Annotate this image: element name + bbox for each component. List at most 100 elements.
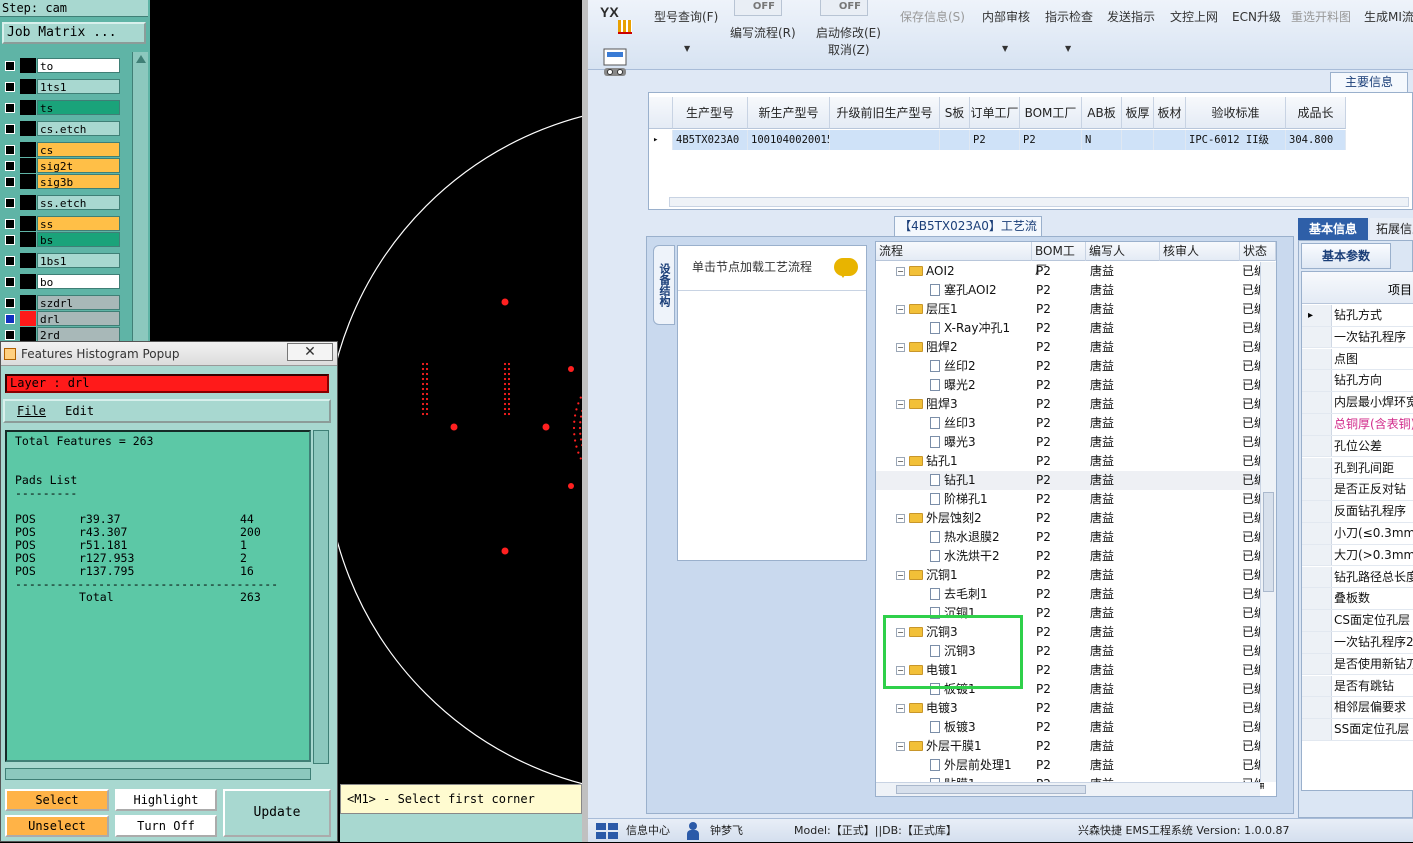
select-button[interactable]: Select (5, 789, 109, 811)
layer-checkbox[interactable] (5, 161, 15, 171)
layer-swatch[interactable] (20, 295, 36, 310)
tree-node-label[interactable]: 阶梯孔1 (930, 490, 988, 509)
tree-node-label[interactable]: − 电镀1 (896, 661, 958, 680)
layer-name[interactable]: ss.etch (37, 195, 120, 210)
layer-swatch[interactable] (20, 253, 36, 268)
turn-off-button[interactable]: Turn Off (115, 815, 217, 837)
chevron-down-icon[interactable]: ▼ (1065, 44, 1071, 53)
job-matrix-button[interactable]: Job Matrix ... (2, 22, 146, 44)
start-modify-button[interactable]: 启动修改(E) (816, 24, 881, 41)
histogram-hscroll[interactable] (5, 768, 311, 780)
grid-cell[interactable]: 4B5TX023A0 (673, 130, 748, 150)
col-reviewer[interactable]: 核审人 (1160, 242, 1240, 261)
col-flow[interactable]: 流程 (876, 242, 1032, 261)
layer-name[interactable]: bs (37, 232, 120, 247)
tree-row[interactable]: −钻孔1P2唐益已编写 (876, 452, 1276, 471)
param-row[interactable]: ▸ 钻孔方式 (1302, 305, 1413, 327)
tree-node-label[interactable]: 外层前处理1 (930, 756, 1012, 775)
highlight-button[interactable]: Highlight (115, 789, 217, 811)
param-row[interactable]: 点图 (1302, 348, 1413, 371)
collapse-icon[interactable]: − (896, 628, 905, 637)
layer-row[interactable]: ss (2, 216, 120, 231)
layer-checkbox[interactable] (5, 256, 15, 266)
layer-row[interactable]: 2rd (2, 327, 120, 342)
param-row[interactable]: 一次钻孔程序 (1302, 326, 1413, 349)
grid-cell[interactable] (940, 130, 970, 150)
layer-swatch[interactable] (20, 142, 36, 157)
tree-row[interactable]: 塞孔AOI2P2唐益已编写 (876, 281, 1276, 300)
param-row[interactable]: 相邻层偏要求 (1302, 697, 1413, 719)
grid-header[interactable]: 升级前旧生产型号 (830, 97, 940, 129)
grid-hscroll[interactable] (669, 197, 1409, 207)
tree-row[interactable]: 沉铜1P2唐益已编写 (876, 604, 1276, 623)
layer-swatch[interactable] (20, 158, 36, 173)
tree-node-label[interactable]: 曝光2 (930, 376, 976, 395)
tree-node-label[interactable]: 沉铜1 (930, 604, 976, 623)
layer-row[interactable]: 1bs1 (2, 253, 120, 268)
edit-flow-button[interactable]: 编写流程(R) (730, 24, 796, 41)
param-row[interactable]: 反面钻孔程序 (1302, 501, 1413, 523)
param-row[interactable]: 内层最小焊环宽 (1302, 392, 1413, 414)
param-row[interactable]: 是否有跳钻 (1302, 675, 1413, 698)
tree-row[interactable]: 阶梯孔1P2唐益已编写 (876, 490, 1276, 509)
tree-row[interactable]: −层压1P2唐益已编写 (876, 300, 1276, 319)
layer-name[interactable]: 2rd (37, 327, 120, 342)
tree-row[interactable]: X-Ray冲孔1P2唐益已编写 (876, 319, 1276, 338)
grid-header[interactable]: S板 (940, 97, 970, 129)
collapse-icon[interactable]: − (896, 267, 905, 276)
reselect-drawing-button[interactable]: 重选开料图 (1291, 8, 1351, 25)
tree-row[interactable]: 热水退膜2P2唐益已编写 (876, 528, 1276, 547)
tree-row[interactable]: 丝印3P2唐益已编写 (876, 414, 1276, 433)
param-row[interactable]: 孔到孔间距 (1302, 457, 1413, 480)
update-button[interactable]: Update (223, 789, 331, 837)
tree-row[interactable]: −沉铜3P2唐益已编写 (876, 623, 1276, 642)
collapse-icon[interactable]: − (896, 666, 905, 675)
tree-row[interactable]: 板镀1P2唐益已编写 (876, 680, 1276, 699)
internal-review-button[interactable]: 内部审核 (982, 8, 1030, 25)
grid-header[interactable]: 板材 (1154, 97, 1186, 129)
layer-swatch[interactable] (20, 174, 36, 189)
layer-row[interactable]: sig2t (2, 158, 120, 173)
tree-node-label[interactable]: 丝印3 (930, 414, 976, 433)
layer-checkbox[interactable] (5, 124, 15, 134)
tree-node-label[interactable]: − 外层蚀刻2 (896, 509, 982, 528)
tree-node-label[interactable]: − 沉铜3 (896, 623, 958, 642)
param-row[interactable]: 小刀(≤0.3mm (1302, 523, 1413, 545)
param-row[interactable]: 孔位公差 (1302, 435, 1413, 458)
grid-cell[interactable]: P2 (970, 130, 1020, 150)
layer-row[interactable]: bo (2, 274, 120, 289)
layer-name[interactable]: ss (37, 216, 120, 231)
tree-row[interactable]: −AOI2P2唐益已编写 (876, 262, 1276, 281)
menu-edit[interactable]: Edit (65, 404, 94, 418)
param-row[interactable]: CS面定位孔层 (1302, 610, 1413, 632)
layer-checkbox[interactable] (5, 219, 15, 229)
tree-row[interactable]: 钻孔1P2唐益已编写 (876, 471, 1276, 490)
grid-cell[interactable]: IPC-6012 II级 (1186, 130, 1286, 150)
tree-row[interactable]: 曝光2P2唐益已编写 (876, 376, 1276, 395)
tree-node-label[interactable]: − 阻焊2 (896, 338, 958, 357)
tree-node-label[interactable]: 沉铜3 (930, 642, 976, 661)
layer-name[interactable]: 1ts1 (37, 79, 120, 94)
collapse-icon[interactable]: − (896, 305, 905, 314)
tree-node-label[interactable]: − 阻焊3 (896, 395, 958, 414)
doc-upload-button[interactable]: 文控上网 (1170, 8, 1218, 25)
tab-basic-info[interactable]: 基本信息 (1298, 218, 1368, 240)
tree-row[interactable]: 曝光3P2唐益已编写 (876, 433, 1276, 452)
grid-icon[interactable] (596, 823, 618, 839)
grid-header[interactable]: AB板 (1082, 97, 1122, 129)
tree-row[interactable]: −电镀1P2唐益已编写 (876, 661, 1276, 680)
grid-cell[interactable]: N (1082, 130, 1122, 150)
tree-row[interactable]: −阻焊3P2唐益已编写 (876, 395, 1276, 414)
tab-equipment-structure[interactable]: 设备结构 (653, 245, 675, 325)
tree-row[interactable]: −阻焊2P2唐益已编写 (876, 338, 1276, 357)
grid-cell[interactable]: 304.800 (1286, 130, 1346, 150)
layer-swatch[interactable] (20, 195, 36, 210)
tree-row[interactable]: 去毛刺1P2唐益已编写 (876, 585, 1276, 604)
model-query-button[interactable]: 型号查询(F) (654, 8, 718, 25)
layer-checkbox[interactable] (5, 330, 15, 340)
layer-swatch[interactable] (20, 232, 36, 247)
tree-row[interactable]: 外层前处理1P2唐益已编写 (876, 756, 1276, 775)
edit-flow-toggle[interactable]: OFF (734, 0, 782, 16)
grid-cell[interactable] (1122, 130, 1154, 150)
tab-main-info[interactable]: 主要信息 (1330, 72, 1408, 92)
